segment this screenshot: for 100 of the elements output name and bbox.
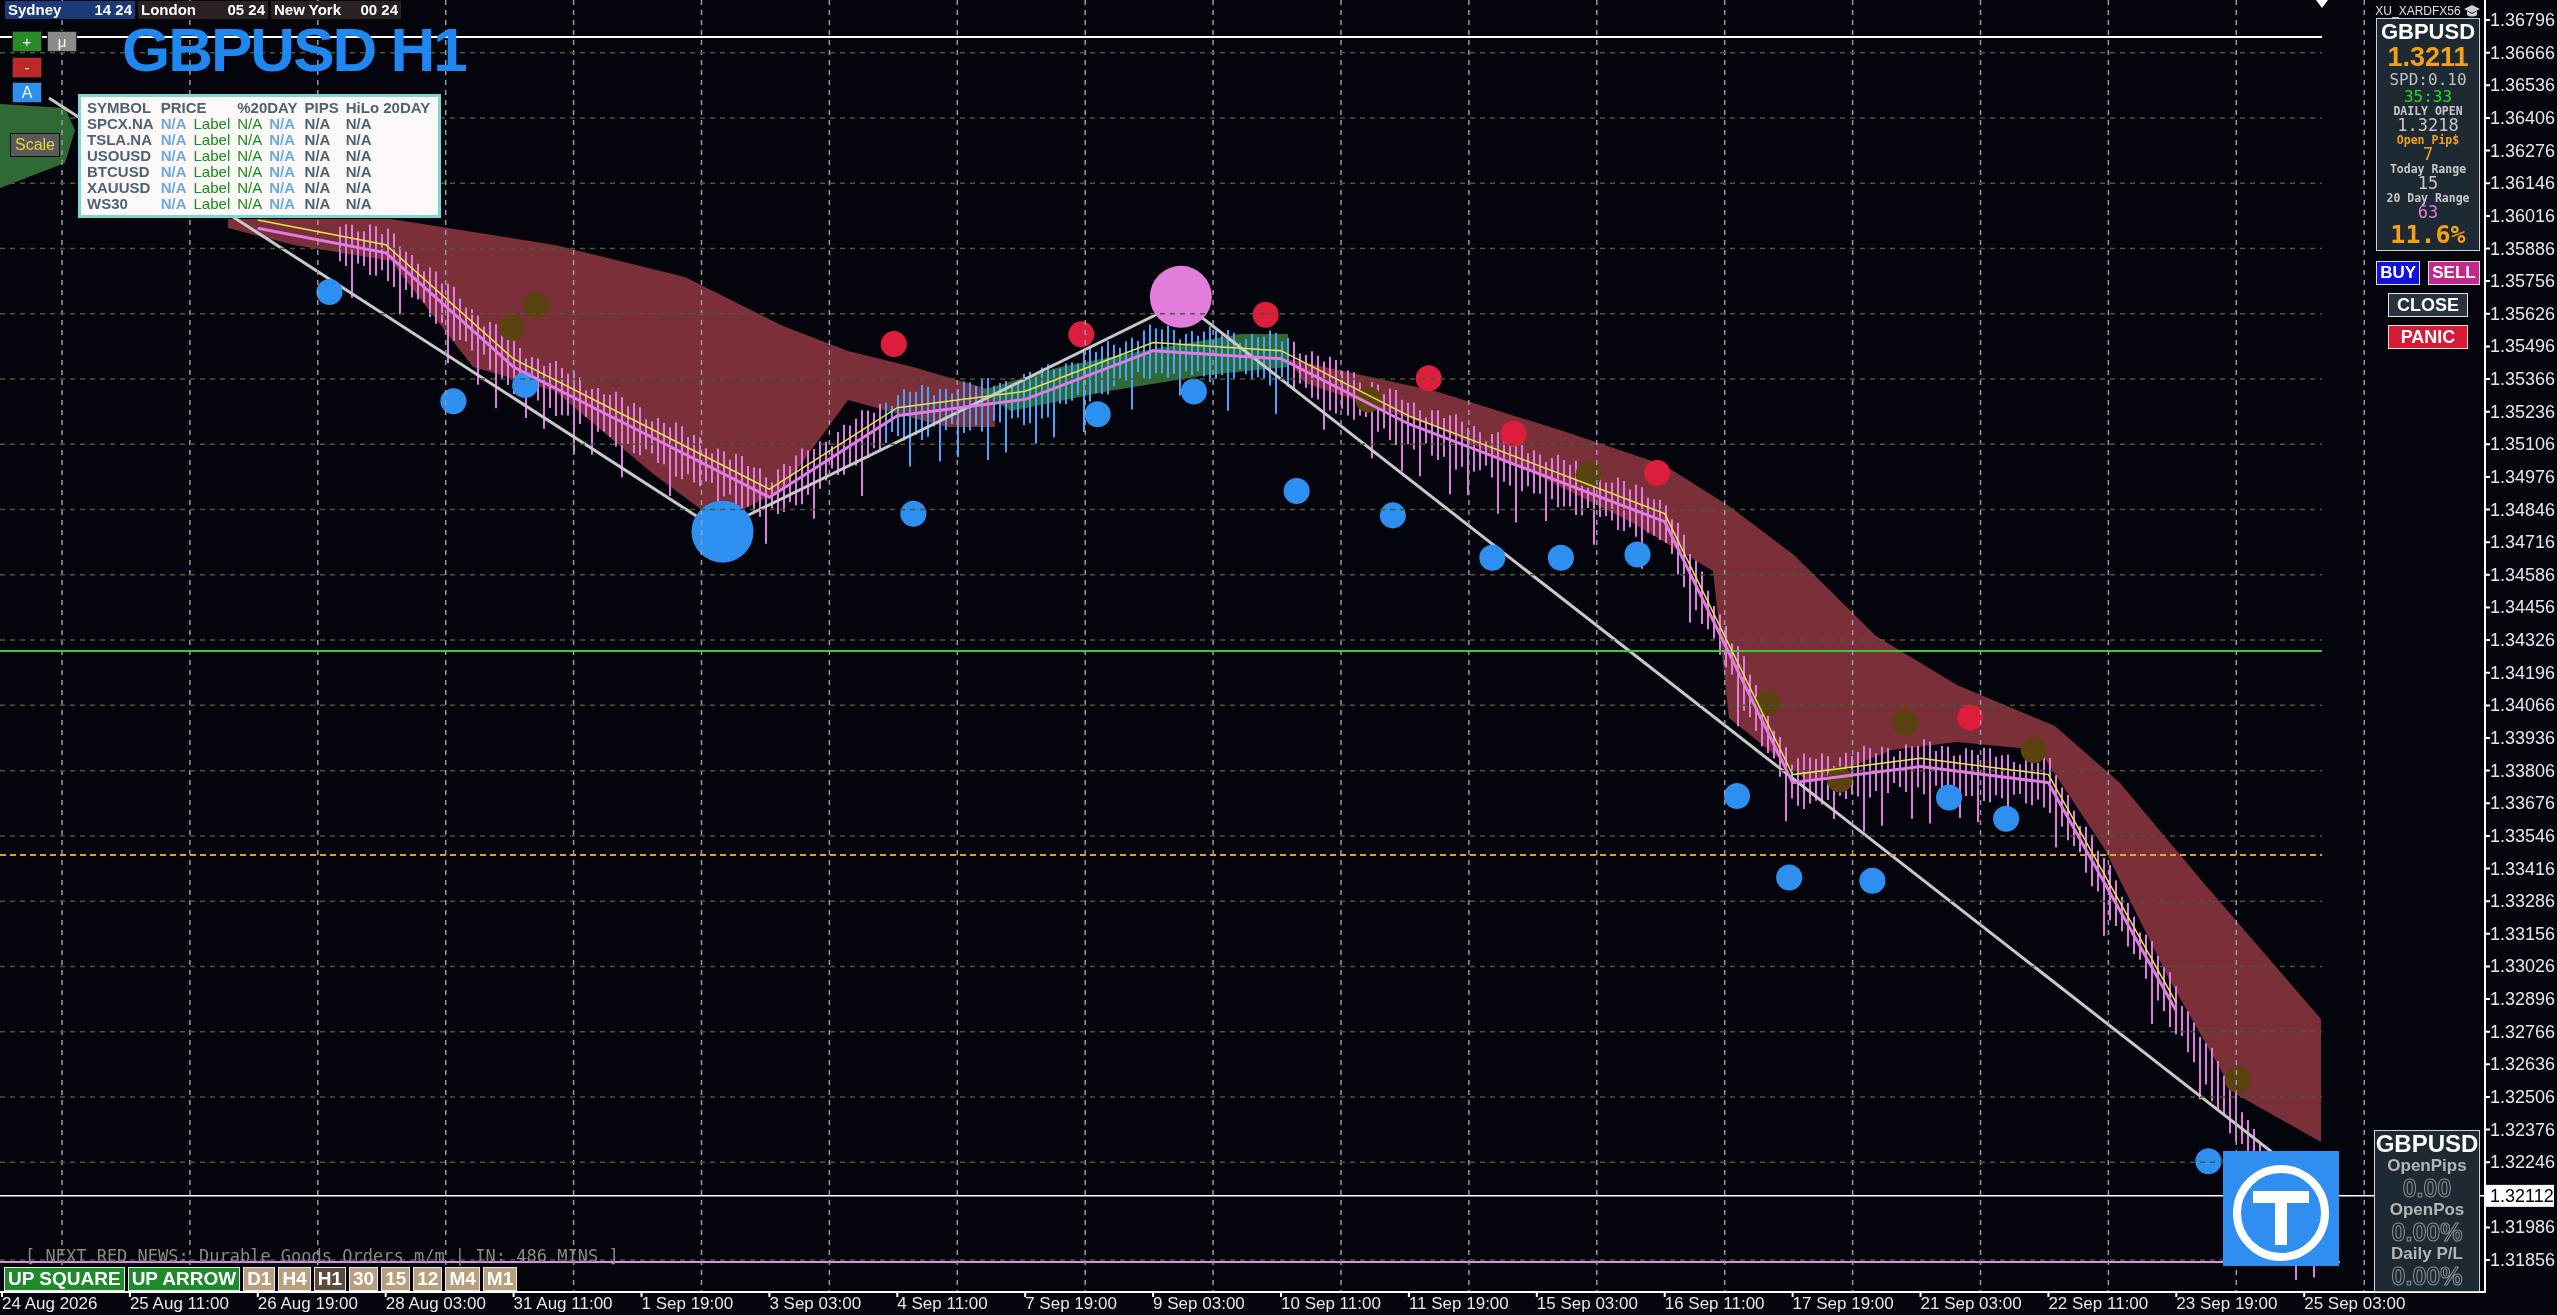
- timeframe-button[interactable]: 30: [349, 1267, 379, 1291]
- table-cell-text: N/A: [304, 196, 332, 212]
- price-label: 1.32376: [2490, 1119, 2556, 1140]
- table-cell: N/A: [237, 196, 263, 212]
- spread-value: SPD:0.10: [2389, 71, 2467, 88]
- table-cell-text: XAUUSD: [87, 180, 152, 196]
- table-cell-text: N/A: [345, 148, 373, 164]
- table-cell: Label: [193, 148, 231, 164]
- table-cell: N/A: [237, 116, 263, 132]
- session-time: 00 24: [360, 1, 398, 19]
- price-label: 1.34196: [2490, 662, 2556, 683]
- time-label: 26 Aug 19:00: [257, 1294, 358, 1313]
- time-label: 23 Sep 19:00: [2176, 1294, 2278, 1313]
- table-cell-text: N/A: [304, 116, 332, 132]
- mode-button[interactable]: UP ARROW: [127, 1267, 241, 1291]
- time-label: 9 Sep 03:00: [1153, 1294, 1245, 1313]
- timeframe-button[interactable]: M4: [445, 1267, 480, 1291]
- price-label: 1.36146: [2490, 173, 2556, 194]
- session-time: 14 24: [94, 1, 132, 19]
- price-label: 1.33416: [2490, 858, 2556, 879]
- time-label: 11 Sep 19:00: [1408, 1294, 1509, 1313]
- zoom-button[interactable]: +: [12, 31, 42, 52]
- stat-label: Today Range: [2389, 163, 2467, 175]
- table-cell: N/A: [269, 180, 296, 196]
- price-label: 1.33156: [2490, 923, 2556, 944]
- candle-timer: 35:33: [2403, 88, 2453, 105]
- price-label: 1.36536: [2490, 75, 2556, 96]
- zoom-button[interactable]: A: [12, 82, 42, 103]
- stat-value: 0.00%: [2391, 1219, 2463, 1245]
- timeframe-button[interactable]: H1: [313, 1267, 346, 1291]
- price-label: 1.35496: [2490, 336, 2556, 357]
- time-label: 4 Sep 11:00: [897, 1294, 988, 1313]
- price-label: 1.32506: [2490, 1086, 2556, 1107]
- price-label: 1.33936: [2490, 728, 2556, 748]
- table-cell: N/A: [237, 180, 263, 196]
- timeframe-button[interactable]: 15: [381, 1267, 411, 1291]
- price-label: 1.34066: [2490, 695, 2556, 716]
- stat-value: 1.3218: [2397, 117, 2459, 134]
- time-label: 17 Sep 19:00: [1792, 1294, 1894, 1313]
- time-label: 25 Aug 11:00: [129, 1294, 229, 1313]
- timeframe-button[interactable]: 12: [413, 1267, 443, 1291]
- table-cell-text: USOUSD: [87, 148, 153, 164]
- table-cell-text: BTCUSD: [87, 164, 151, 180]
- stat-label: DAILY OPEN: [2393, 105, 2463, 117]
- table-cell-text: N/A: [345, 164, 373, 180]
- scale-button[interactable]: Scale: [10, 133, 60, 157]
- city-label: New York: [274, 1, 341, 19]
- table-cell: N/A: [269, 148, 296, 164]
- time-label: 31 Aug 11:00: [513, 1294, 613, 1313]
- table-cell: N/A: [160, 180, 187, 196]
- zoom-button[interactable]: -: [12, 57, 42, 78]
- stat-value: 0.00%: [2391, 1263, 2463, 1289]
- table-cell-text: N/A: [304, 148, 332, 164]
- stat-label: OpenPips: [2387, 1157, 2467, 1175]
- column-header: PIPS: [304, 100, 339, 116]
- time-label: 28 Aug 03:00: [385, 1294, 486, 1313]
- price-label: 1.36796: [2490, 10, 2556, 31]
- table-cell-text: N/A: [345, 196, 373, 212]
- table-cell: N/A: [269, 164, 296, 180]
- price-label: 1.35106: [2490, 434, 2556, 455]
- price-label: 1.34976: [2490, 466, 2556, 487]
- table-cell: N/A: [269, 132, 296, 148]
- sell-button[interactable]: SELL: [2428, 261, 2480, 285]
- stat-value: 15: [2417, 175, 2439, 192]
- table-cell-text: N/A: [304, 164, 332, 180]
- price-label: 1.32766: [2490, 1021, 2556, 1042]
- price-label: 1.33676: [2490, 793, 2556, 814]
- symbol-label: GBPUSD: [2375, 1131, 2479, 1157]
- table-cell: Label: [193, 180, 231, 196]
- timeframe-button[interactable]: D1: [243, 1267, 276, 1291]
- table-cell-text: N/A: [345, 132, 373, 148]
- close-button[interactable]: CLOSE: [2388, 293, 2468, 317]
- mode-button[interactable]: UP SQUARE: [4, 1267, 125, 1291]
- buy-button[interactable]: BUY: [2376, 261, 2421, 285]
- time-label: 1 Sep 19:00: [641, 1294, 734, 1313]
- table-cell-text: N/A: [345, 116, 373, 132]
- table-cell: N/A: [269, 116, 296, 132]
- city-label: Sydney: [8, 1, 62, 19]
- time-label: 3 Sep 03:00: [769, 1294, 862, 1313]
- price-label: 1.31986: [2490, 1217, 2556, 1238]
- price-label: 1.32636: [2490, 1054, 2556, 1075]
- table-cell: N/A: [160, 116, 187, 132]
- price-label: 1.35366: [2490, 369, 2556, 390]
- table-cell: N/A: [237, 164, 263, 180]
- stat-value: 7: [2422, 146, 2434, 163]
- timeframe-button[interactable]: H4: [278, 1267, 311, 1291]
- price-label: 1.36016: [2490, 205, 2556, 226]
- zoom-button[interactable]: μ: [47, 31, 77, 52]
- table-cell: SPCX.NA: [87, 116, 154, 132]
- time-label: 24 Aug 2026: [2, 1294, 98, 1313]
- panic-button[interactable]: PANIC: [2388, 325, 2468, 349]
- timeframe-button[interactable]: M1: [482, 1267, 518, 1291]
- price-label: 1.35626: [2490, 303, 2556, 324]
- table-cell-text: WS30: [87, 196, 129, 212]
- time-label: 10 Sep 11:00: [1281, 1294, 1381, 1313]
- table-cell: N/A: [269, 196, 296, 212]
- price-label: 1.34716: [2490, 532, 2556, 553]
- price-label: 1.33546: [2490, 825, 2556, 846]
- price-label: 1.36406: [2490, 108, 2556, 128]
- price-label: 1.34846: [2490, 499, 2556, 520]
